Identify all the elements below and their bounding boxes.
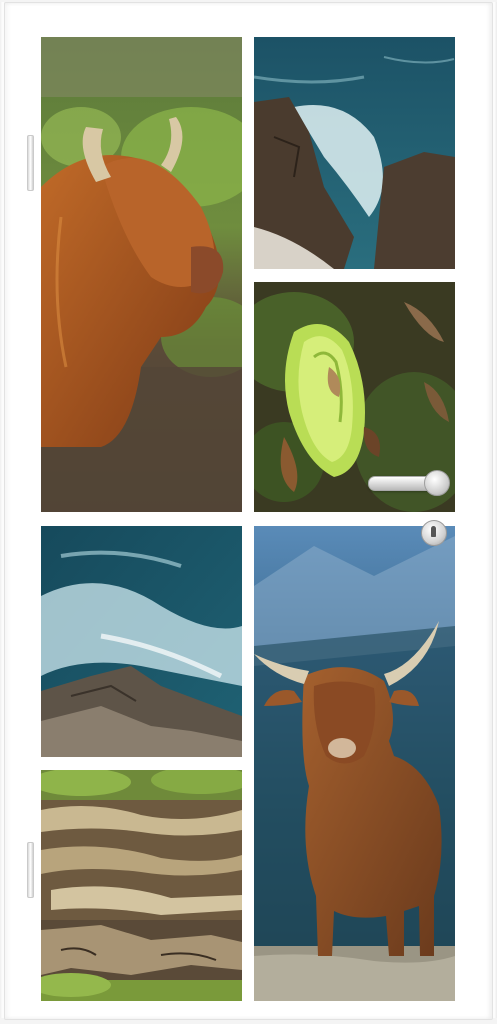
photo-highland-cow-side (41, 37, 242, 512)
photo-highland-cow-front (254, 526, 455, 1001)
hinge-top (27, 135, 34, 191)
photo-crashing-waves-rocks (41, 526, 242, 757)
keyhole-icon[interactable] (421, 520, 447, 546)
door-handle-rose (424, 470, 450, 496)
hinge-bottom (27, 842, 34, 898)
photo-layered-tree-fungus (41, 770, 242, 1001)
photo-sea-cliff-waves (254, 37, 455, 269)
